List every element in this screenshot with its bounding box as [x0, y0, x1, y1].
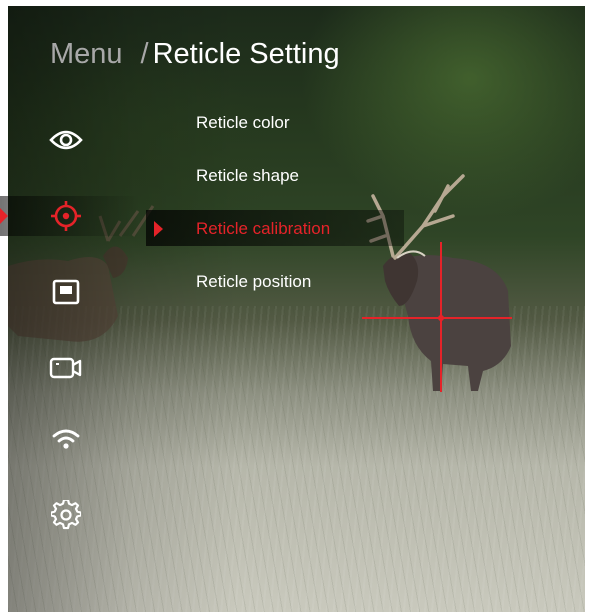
menu-item-reticle-calibration[interactable]: Reticle calibration — [196, 219, 330, 239]
menu-item-reticle-shape[interactable]: Reticle shape — [196, 166, 299, 186]
reticle-center-dot — [438, 315, 444, 321]
sidebar-item-display[interactable] — [48, 122, 84, 158]
menu-item-reticle-position[interactable]: Reticle position — [196, 272, 311, 292]
breadcrumb-separator: / — [140, 38, 149, 70]
sidebar-item-reticle[interactable] — [48, 198, 84, 234]
reticle-horizontal-line — [362, 317, 512, 319]
reticle-crosshair-icon — [51, 201, 81, 231]
sidebar-item-wifi[interactable] — [48, 421, 84, 457]
picture-in-picture-icon — [52, 279, 80, 305]
wifi-icon — [52, 429, 80, 449]
eye-icon — [49, 130, 83, 150]
menu-shade — [8, 6, 585, 612]
gear-icon — [51, 500, 81, 530]
video-camera-icon — [49, 357, 82, 379]
menu-breadcrumb-link[interactable]: Menu — [50, 38, 123, 70]
menu-item-reticle-color[interactable]: Reticle color — [196, 113, 290, 133]
sidebar-item-recording[interactable] — [48, 350, 84, 386]
page-title: Reticle Setting — [152, 38, 340, 70]
viewfinder-scene — [8, 6, 585, 612]
sidebar-item-pip[interactable] — [48, 274, 84, 310]
breadcrumb: Menu / Reticle Setting — [50, 38, 340, 71]
submenu-active-marker — [154, 221, 163, 237]
sidebar-selected-marker — [0, 208, 8, 224]
sidebar-item-settings[interactable] — [48, 497, 84, 533]
